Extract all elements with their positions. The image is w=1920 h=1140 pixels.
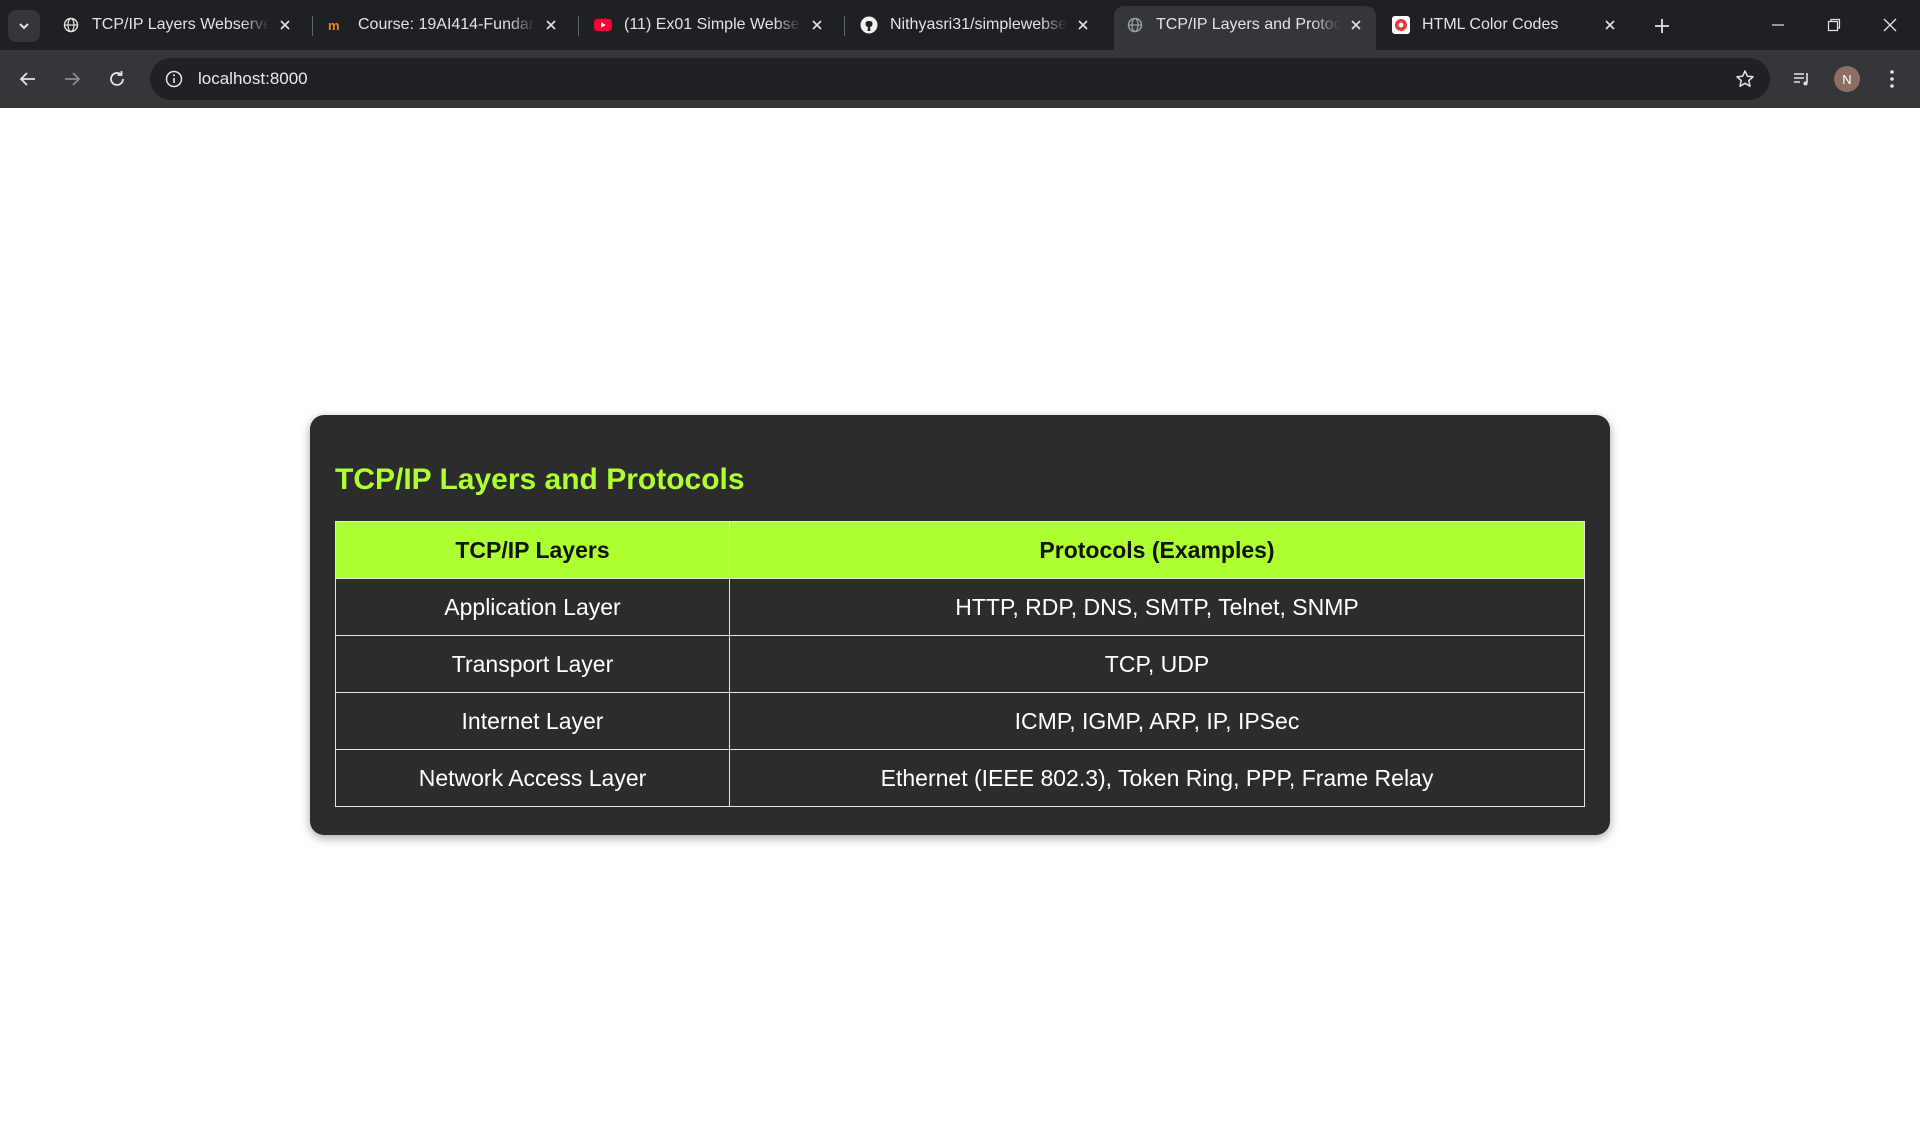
globe-icon [1126, 16, 1144, 34]
tab-tcpip-protocols-active[interactable]: TCP/IP Layers and Protocols [1114, 6, 1376, 50]
tab-title: (11) Ex01 Simple Webserver [624, 16, 801, 33]
profile-button[interactable]: N [1829, 61, 1865, 97]
table-row: Network Access Layer Ethernet (IEEE 802.… [335, 749, 1585, 807]
close-window-button[interactable] [1862, 0, 1918, 50]
column-header-layers: TCP/IP Layers [335, 521, 730, 579]
restore-button[interactable] [1806, 0, 1862, 50]
reload-button[interactable] [99, 61, 135, 97]
tab-separator [312, 16, 313, 36]
close-icon[interactable] [1346, 15, 1366, 35]
globe-icon [62, 16, 80, 34]
protocols-cell: Ethernet (IEEE 802.3), Token Ring, PPP, … [729, 749, 1585, 807]
tab-title: TCP/IP Layers and Protocols [1156, 16, 1340, 33]
layers-card: TCP/IP Layers and Protocols TCP/IP Layer… [310, 415, 1610, 835]
menu-button[interactable] [1874, 61, 1910, 97]
plus-icon [1655, 19, 1669, 33]
minimize-icon [1772, 24, 1784, 26]
tab-github[interactable]: Nithyasri31/simplewebserver [848, 6, 1103, 44]
avatar: N [1834, 66, 1860, 92]
layer-cell: Application Layer [335, 578, 730, 636]
media-queue-icon [1794, 73, 1808, 86]
close-icon[interactable] [541, 15, 561, 35]
tab-title: Course: 19AI414-Fundamentals [358, 16, 535, 33]
arrow-left-icon [19, 72, 35, 86]
table-row: Transport Layer TCP, UDP [335, 635, 1585, 693]
tab-title: TCP/IP Layers Webserver [92, 16, 269, 33]
table-header-row: TCP/IP Layers Protocols (Examples) [335, 521, 1585, 579]
tab-separator [578, 16, 579, 36]
page-viewport: TCP/IP Layers and Protocols TCP/IP Layer… [0, 108, 1920, 1140]
page-title: TCP/IP Layers and Protocols [335, 463, 745, 496]
close-icon[interactable] [1073, 15, 1093, 35]
tab-title: HTML Color Codes [1422, 16, 1559, 33]
svg-text:m: m [328, 18, 340, 32]
address-url: localhost:8000 [198, 69, 308, 88]
close-icon [1883, 18, 1897, 32]
tab-tcpip-webserver[interactable]: TCP/IP Layers Webserver [50, 6, 305, 44]
restore-icon [1827, 18, 1841, 32]
tab-youtube[interactable]: (11) Ex01 Simple Webserver [582, 6, 837, 44]
tab-search-button[interactable] [8, 10, 40, 42]
arrow-right-icon [65, 72, 81, 86]
back-button[interactable] [10, 61, 46, 97]
course-icon: m [328, 16, 346, 34]
address-bar[interactable]: localhost:8000 [150, 58, 1770, 100]
layer-cell: Transport Layer [335, 635, 730, 693]
protocols-cell: HTTP, RDP, DNS, SMTP, Telnet, SNMP [729, 578, 1585, 636]
forward-button[interactable] [54, 61, 90, 97]
close-icon[interactable] [807, 15, 827, 35]
protocols-cell: TCP, UDP [729, 635, 1585, 693]
tab-strip: TCP/IP Layers Webserver m Course: 19AI41… [0, 0, 1920, 50]
close-icon[interactable] [275, 15, 295, 35]
tab-title: Nithyasri31/simplewebserver [890, 16, 1067, 33]
column-header-protocols: Protocols (Examples) [729, 521, 1585, 579]
table-row: Application Layer HTTP, RDP, DNS, SMTP, … [335, 578, 1585, 636]
protocols-cell: ICMP, IGMP, ARP, IP, IPSec [729, 692, 1585, 750]
new-tab-button[interactable] [1648, 12, 1676, 40]
table-row: Internet Layer ICMP, IGMP, ARP, IP, IPSe… [335, 692, 1585, 750]
github-icon [860, 16, 878, 34]
layer-cell: Network Access Layer [335, 749, 730, 807]
minimize-button[interactable] [1750, 0, 1806, 50]
layer-cell: Internet Layer [335, 692, 730, 750]
tab-separator [844, 16, 845, 36]
reload-icon [110, 71, 124, 86]
browser-toolbar: localhost:8000 N [0, 50, 1920, 108]
site-info-icon[interactable] [164, 69, 184, 89]
close-icon[interactable] [1600, 15, 1620, 35]
chevron-down-icon [19, 23, 29, 30]
colorcodes-icon [1392, 16, 1410, 34]
tab-course[interactable]: m Course: 19AI414-Fundamentals [316, 6, 571, 44]
media-control-button[interactable] [1784, 61, 1820, 97]
bookmark-star-icon[interactable] [1734, 68, 1756, 90]
youtube-icon [594, 16, 612, 34]
tab-html-color-codes[interactable]: HTML Color Codes [1380, 6, 1630, 44]
protocols-table: TCP/IP Layers Protocols (Examples) Appli… [335, 521, 1585, 807]
more-vertical-icon [1890, 70, 1894, 88]
